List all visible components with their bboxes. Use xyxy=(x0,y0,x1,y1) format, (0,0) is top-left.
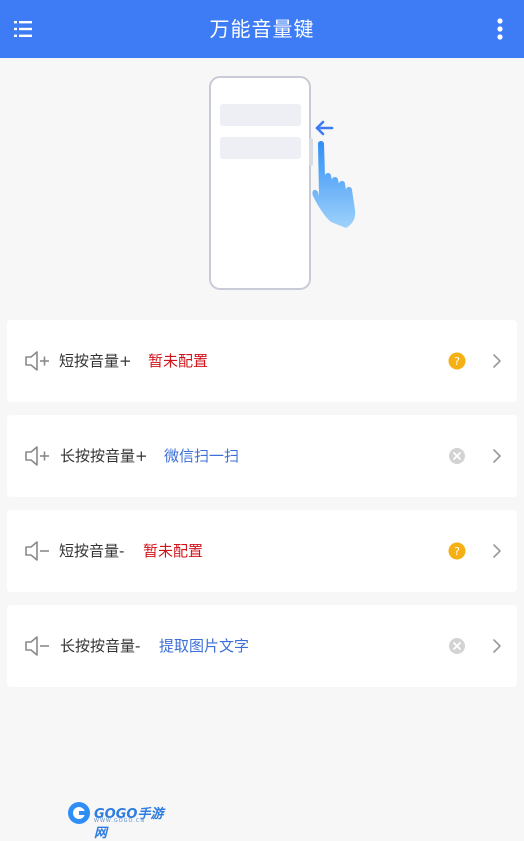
clear-icon[interactable] xyxy=(448,637,466,655)
more-vertical-icon[interactable] xyxy=(490,16,510,42)
svg-text:?: ? xyxy=(454,545,460,558)
volume-minus-icon xyxy=(24,539,52,563)
phone-swipe-hand-illustration xyxy=(205,72,365,296)
gogo-watermark-logo: GOGO手游网 WWW.GOGO.CN xyxy=(66,800,176,841)
list-item-long-press-volume-up[interactable]: 长按按音量+ 微信扫一扫 xyxy=(7,415,517,497)
volume-plus-icon xyxy=(24,349,52,373)
item-value: 暂未配置 xyxy=(143,542,204,560)
page-title: 万能音量键 xyxy=(209,17,315,41)
chevron-right-icon xyxy=(491,353,503,369)
svg-text:?: ? xyxy=(454,355,460,368)
clear-icon[interactable] xyxy=(448,447,466,465)
list-item-long-press-volume-down[interactable]: 长按按音量- 提取图片文字 xyxy=(7,605,517,687)
list-item-short-press-volume-up[interactable]: 短按音量+ 暂未配置 ? xyxy=(7,320,517,402)
app-bar: 万能音量键 xyxy=(0,0,524,58)
watermark-subtext: WWW.GOGO.CN xyxy=(94,818,146,824)
item-label: 长按按音量- xyxy=(60,637,141,655)
volume-plus-icon xyxy=(24,444,52,468)
item-value: 微信扫一扫 xyxy=(164,447,240,465)
chevron-right-icon xyxy=(491,638,503,654)
help-icon[interactable]: ? xyxy=(448,542,466,560)
list-item-short-press-volume-down[interactable]: 短按音量- 暂未配置 ? xyxy=(7,510,517,592)
item-value: 提取图片文字 xyxy=(159,637,250,655)
volume-minus-icon xyxy=(24,634,52,658)
item-value: 暂未配置 xyxy=(148,352,209,370)
item-label: 短按音量+ xyxy=(59,352,132,370)
chevron-right-icon xyxy=(491,543,503,559)
item-label: 长按按音量+ xyxy=(60,447,148,465)
item-label: 短按音量- xyxy=(59,542,125,560)
help-icon[interactable]: ? xyxy=(448,352,466,370)
chevron-right-icon xyxy=(491,448,503,464)
